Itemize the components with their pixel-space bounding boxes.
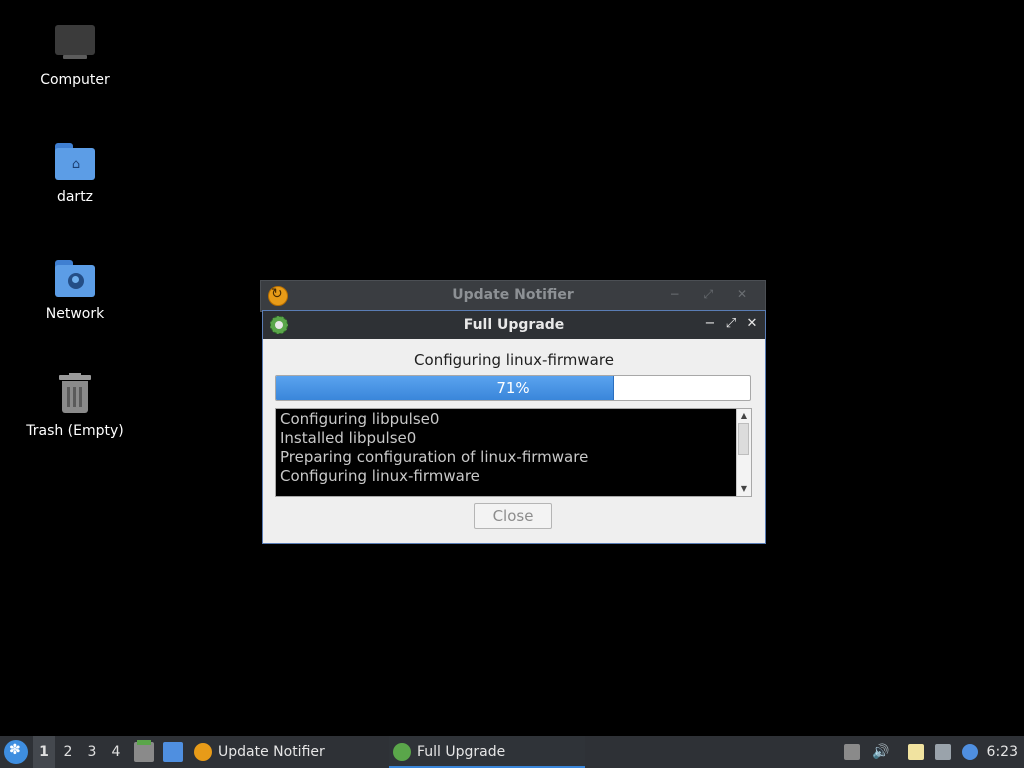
log-line: Preparing configuration of linux-firmwar… — [280, 448, 589, 466]
window-controls[interactable]: − ⤢ ✕ — [670, 287, 757, 302]
desktop-icon-network[interactable]: Network — [10, 256, 140, 322]
workspace-3[interactable]: 3 — [81, 736, 103, 768]
taskbar: 1 2 3 4 Update Notifier Full Upgrade 🔊 6… — [0, 736, 1024, 768]
scroll-thumb[interactable] — [738, 423, 749, 455]
task-update-notifier[interactable]: Update Notifier — [190, 736, 380, 768]
desktop-icon-label: dartz — [56, 189, 94, 205]
network-folder-icon — [53, 256, 97, 300]
progress-label: 71% — [496, 379, 530, 397]
task-full-upgrade[interactable]: Full Upgrade — [389, 736, 585, 768]
network-icon[interactable] — [935, 744, 951, 760]
task-label: Full Upgrade — [417, 744, 506, 760]
show-desktop-icon[interactable] — [163, 742, 183, 762]
maximize-button[interactable]: ⤢ — [722, 315, 740, 333]
update-notifier-window[interactable]: Update Notifier − ⤢ ✕ — [260, 280, 766, 312]
scroll-up-arrow-icon[interactable]: ▲ — [737, 409, 751, 423]
task-label: Update Notifier — [218, 744, 325, 760]
desktop-icon-label: Network — [45, 306, 105, 322]
trash-icon — [53, 373, 97, 417]
clipboard-icon[interactable] — [908, 744, 924, 760]
workspace-2[interactable]: 2 — [57, 736, 79, 768]
log-line: Configuring linux-firmware — [280, 467, 480, 485]
log-line: Installed libpulse0 — [280, 429, 417, 447]
log-line: Configuring libpulse0 — [280, 410, 440, 428]
scroll-down-arrow-icon[interactable]: ▼ — [737, 482, 751, 496]
desktop-icon-label: Trash (Empty) — [26, 423, 124, 439]
full-upgrade-dialog: Full Upgrade − ⤢ ✕ Configuring linux-fir… — [262, 310, 766, 544]
gear-icon — [393, 743, 411, 761]
workspace-4[interactable]: 4 — [105, 736, 127, 768]
close-button[interactable]: Close — [474, 503, 552, 529]
log-scrollbar[interactable]: ▲ ▼ — [736, 409, 751, 496]
desktop-icon-trash[interactable]: Trash (Empty) — [10, 373, 140, 439]
dialog-title: Full Upgrade — [463, 317, 565, 333]
close-window-button[interactable]: ✕ — [743, 315, 761, 333]
update-available-icon[interactable] — [962, 744, 978, 760]
status-text: Configuring linux-firmware — [414, 351, 614, 369]
desktop-icon-computer[interactable]: Computer — [10, 22, 140, 88]
home-folder-icon: ⌂ — [53, 139, 97, 183]
computer-icon — [53, 22, 97, 66]
file-manager-icon[interactable] — [134, 740, 154, 762]
clock[interactable]: 6:23 — [987, 736, 1018, 768]
dialog-titlebar[interactable]: Full Upgrade − ⤢ ✕ — [263, 311, 765, 339]
minimize-button[interactable]: − — [701, 315, 719, 333]
volume-icon[interactable]: 🔊 — [872, 744, 889, 760]
tray-expand-icon[interactable] — [844, 744, 860, 760]
progress-bar: 71% — [275, 375, 751, 401]
desktop-icon-label: Computer — [40, 72, 110, 88]
update-notifier-icon — [194, 743, 212, 761]
start-menu-icon[interactable] — [4, 740, 28, 764]
log-output[interactable]: Configuring libpulse0 Installed libpulse… — [275, 408, 752, 497]
desktop-icon-home-folder[interactable]: ⌂ dartz — [10, 139, 140, 205]
workspace-1[interactable]: 1 — [33, 736, 55, 768]
